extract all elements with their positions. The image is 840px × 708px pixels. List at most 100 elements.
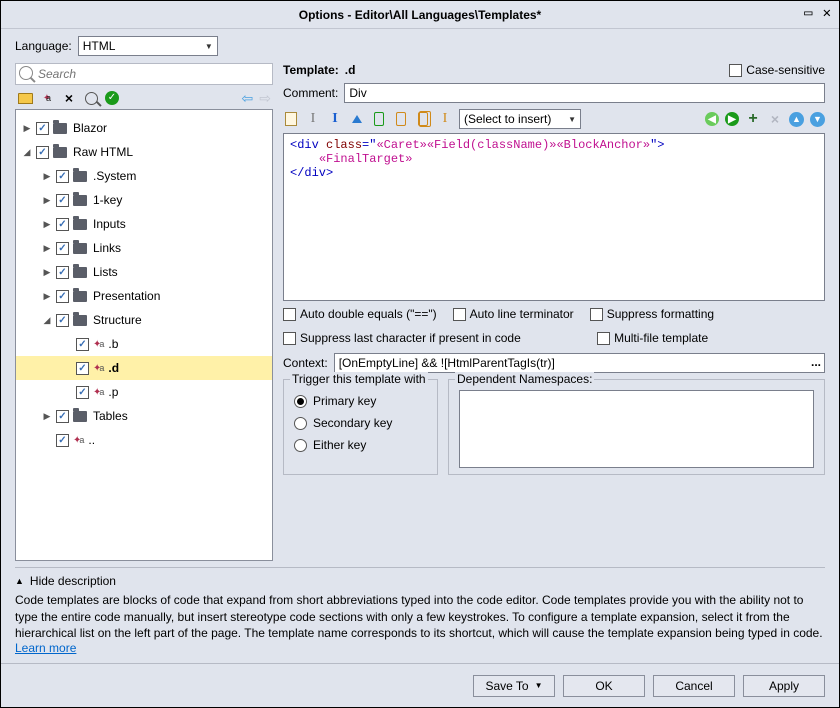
ok-button[interactable]: OK bbox=[563, 675, 645, 697]
template-name: .d bbox=[345, 63, 356, 77]
expand-icon[interactable]: ▶ bbox=[42, 219, 52, 230]
description-toggle[interactable]: ▲ Hide description bbox=[15, 574, 825, 588]
template-tree[interactable]: ▶ Blazor ◢ Raw HTML ▶ .System bbox=[15, 109, 273, 561]
namespaces-legend: Dependent Namespaces: bbox=[455, 372, 594, 386]
tree-node-tables[interactable]: ▶ Tables bbox=[16, 404, 272, 428]
tree-leaf-d[interactable]: ▶ a .d bbox=[16, 356, 272, 380]
collapse-icon[interactable]: ◢ bbox=[42, 315, 52, 326]
expand-icon[interactable]: ▶ bbox=[42, 171, 52, 182]
nav-forward-icon: ⇨ bbox=[259, 91, 271, 105]
checkbox[interactable] bbox=[56, 314, 69, 327]
tree-node-1key[interactable]: ▶ 1-key bbox=[16, 188, 272, 212]
next-field-icon[interactable]: ▶ bbox=[725, 112, 739, 126]
case-sensitive-checkbox[interactable]: Case-sensitive bbox=[729, 63, 825, 77]
expand-icon[interactable]: ▶ bbox=[42, 195, 52, 206]
checkbox[interactable] bbox=[36, 146, 49, 159]
auto-double-equals-checkbox[interactable]: Auto double equals ("==") bbox=[283, 307, 437, 321]
caret-icon[interactable]: I bbox=[305, 111, 321, 127]
tree-leaf-p[interactable]: ▶ a .p bbox=[16, 380, 272, 404]
folder-icon bbox=[73, 267, 87, 278]
checkbox[interactable] bbox=[56, 170, 69, 183]
checkbox[interactable] bbox=[36, 122, 49, 135]
tree-node-structure[interactable]: ◢ Structure bbox=[16, 308, 272, 332]
context-input[interactable] bbox=[334, 353, 825, 373]
checkbox[interactable] bbox=[56, 290, 69, 303]
checkbox-icon bbox=[729, 64, 742, 77]
expand-icon[interactable]: ▶ bbox=[42, 291, 52, 302]
left-panel: a × ⇦ ⇨ ▶ Blazor ◢ Raw H bbox=[15, 63, 273, 561]
code-editor[interactable]: <div class="«Caret»«Field(className)»«Bl… bbox=[283, 133, 825, 301]
apply-button[interactable]: Apply bbox=[743, 675, 825, 697]
suppress-last-char-checkbox[interactable]: Suppress last character if present in co… bbox=[283, 331, 581, 345]
context-label: Context: bbox=[283, 356, 328, 370]
radio-primary[interactable]: Primary key bbox=[294, 390, 427, 412]
save-to-button[interactable]: Save To▼ bbox=[473, 675, 555, 697]
radio-either[interactable]: Either key bbox=[294, 434, 427, 456]
namespaces-fieldset: Dependent Namespaces: bbox=[448, 379, 825, 475]
expand-icon[interactable]: ▶ bbox=[22, 123, 32, 134]
validate-icon[interactable] bbox=[105, 91, 119, 105]
tree-node-lists[interactable]: ▶ Lists bbox=[16, 260, 272, 284]
expand-icon[interactable]: ▶ bbox=[42, 267, 52, 278]
left-toolbar: a × ⇦ ⇨ bbox=[15, 87, 273, 109]
checkbox[interactable] bbox=[56, 242, 69, 255]
collapse-icon[interactable]: ◢ bbox=[22, 147, 32, 158]
caret-bold-icon[interactable]: I bbox=[327, 111, 343, 127]
expand-icon[interactable]: ▶ bbox=[42, 411, 52, 422]
checkbox[interactable] bbox=[56, 218, 69, 231]
checkbox[interactable] bbox=[76, 386, 89, 399]
maximize-icon[interactable]: ▭ bbox=[804, 5, 812, 21]
tree-node-links[interactable]: ▶ Links bbox=[16, 236, 272, 260]
template-icon: a bbox=[93, 339, 104, 350]
checkbox[interactable] bbox=[76, 362, 89, 375]
suppress-formatting-checkbox[interactable]: Suppress formatting bbox=[590, 307, 714, 321]
delete-icon[interactable]: × bbox=[61, 90, 77, 106]
prev-field-icon[interactable]: ◀ bbox=[705, 112, 719, 126]
find-icon[interactable] bbox=[85, 92, 98, 105]
context-browse-icon[interactable]: ... bbox=[811, 355, 821, 369]
anchor-icon[interactable]: I bbox=[437, 111, 453, 127]
checkbox[interactable] bbox=[56, 194, 69, 207]
folder-icon bbox=[73, 291, 87, 302]
namespaces-list[interactable] bbox=[459, 390, 814, 468]
comment-input[interactable] bbox=[344, 83, 825, 103]
tree-node-raw-html[interactable]: ◢ Raw HTML bbox=[16, 140, 272, 164]
field-icon[interactable] bbox=[374, 112, 384, 126]
tree-leaf-b[interactable]: ▶ a .b bbox=[16, 332, 272, 356]
cancel-button[interactable]: Cancel bbox=[653, 675, 735, 697]
tree-node-system[interactable]: ▶ .System bbox=[16, 164, 272, 188]
new-file-icon[interactable] bbox=[285, 112, 297, 126]
add-icon[interactable]: + bbox=[745, 111, 761, 127]
insert-select[interactable]: (Select to insert) ▼ bbox=[459, 109, 581, 129]
window-title: Options - Editor\All Languages\Templates… bbox=[299, 8, 541, 22]
checkbox[interactable] bbox=[56, 410, 69, 423]
search-icon bbox=[19, 66, 33, 80]
linkgroup-icon[interactable] bbox=[418, 112, 428, 126]
new-template-icon[interactable]: a bbox=[39, 90, 55, 106]
language-label: Language: bbox=[15, 39, 72, 53]
editor-toolbar: I I I (Select to insert) ▼ ◀ ▶ + × bbox=[283, 109, 825, 129]
move-up-icon[interactable] bbox=[789, 112, 804, 127]
tree-node-inputs[interactable]: ▶ Inputs bbox=[16, 212, 272, 236]
close-icon[interactable]: ✕ bbox=[823, 5, 831, 21]
tree-node-blazor[interactable]: ▶ Blazor bbox=[16, 116, 272, 140]
search-input[interactable] bbox=[15, 63, 273, 85]
template-icon: a bbox=[73, 435, 84, 446]
move-down-icon[interactable] bbox=[810, 112, 825, 127]
tree-node-presentation[interactable]: ▶ Presentation bbox=[16, 284, 272, 308]
checkbox[interactable] bbox=[76, 338, 89, 351]
nav-back-icon[interactable]: ⇦ bbox=[242, 91, 254, 105]
radio-secondary[interactable]: Secondary key bbox=[294, 412, 427, 434]
language-select[interactable]: HTML ▼ bbox=[78, 36, 218, 56]
expand-icon[interactable]: ▶ bbox=[42, 243, 52, 254]
marker-icon[interactable] bbox=[352, 115, 362, 123]
checkbox[interactable] bbox=[56, 434, 69, 447]
multi-file-template-checkbox[interactable]: Multi-file template bbox=[597, 331, 708, 345]
checkbox[interactable] bbox=[56, 266, 69, 279]
folder-open-icon[interactable] bbox=[17, 90, 33, 106]
link-icon[interactable] bbox=[396, 112, 406, 126]
auto-line-terminator-checkbox[interactable]: Auto line terminator bbox=[453, 307, 574, 321]
learn-more-link[interactable]: Learn more bbox=[15, 641, 76, 655]
tree-leaf-dots[interactable]: ▶ a .. bbox=[16, 428, 272, 452]
button-bar: Save To▼ OK Cancel Apply bbox=[1, 663, 839, 707]
